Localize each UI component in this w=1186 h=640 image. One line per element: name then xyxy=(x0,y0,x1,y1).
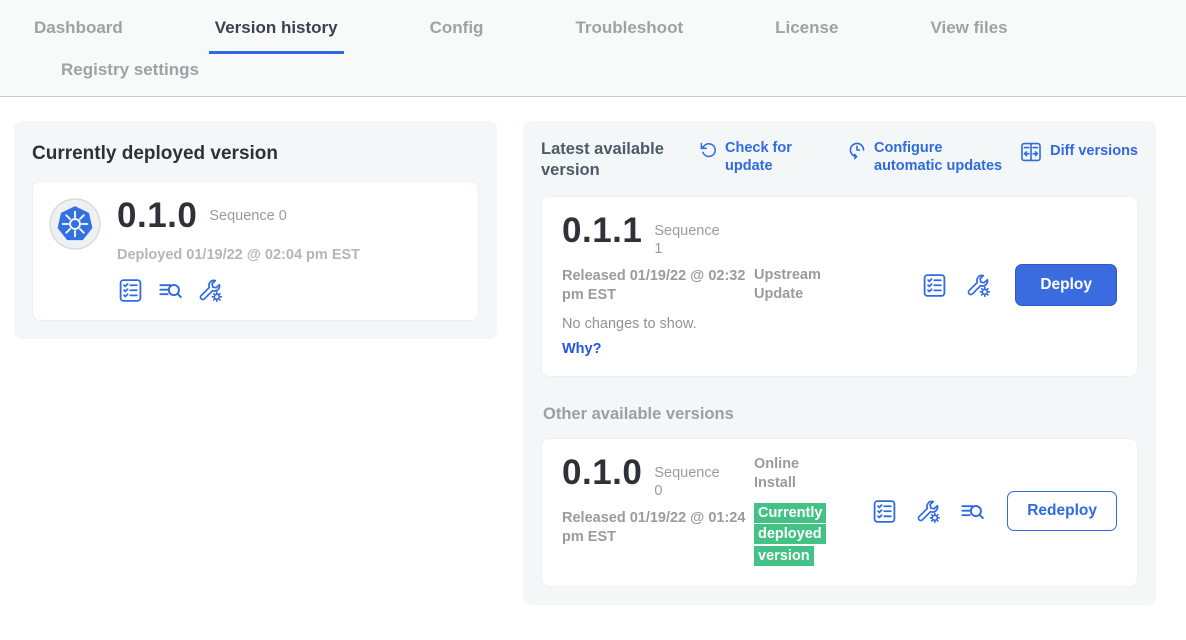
redeploy-button[interactable]: Redeploy xyxy=(1007,491,1117,531)
sequence-label: Sequence 1 xyxy=(654,222,726,258)
nav-row-2: Registry settings xyxy=(0,58,1186,96)
deploy-button[interactable]: Deploy xyxy=(1015,264,1117,306)
refresh-arrow-icon xyxy=(699,140,718,159)
other-version-info: 0.1.0 Sequence 0 Released 01/19/22 @ 01:… xyxy=(562,455,754,547)
sequence-label: Sequence 0 xyxy=(209,207,286,225)
deployed-timestamp: Deployed 01/19/22 @ 02:04 pm EST xyxy=(117,247,360,263)
latest-version-header: Latest available version Check for updat… xyxy=(541,139,1138,182)
tab-troubleshoot[interactable]: Troubleshoot xyxy=(569,16,689,54)
version-source: Upstream Update xyxy=(754,266,854,304)
available-versions-panel: Latest available version Check for updat… xyxy=(523,121,1156,605)
why-link[interactable]: Why? xyxy=(562,341,601,357)
preflight-checks-button[interactable] xyxy=(117,277,144,304)
deploy-logs-button[interactable] xyxy=(959,498,986,525)
wrench-gear-icon xyxy=(197,277,224,304)
latest-available-title: Latest available version xyxy=(541,139,693,182)
version-number: 0.1.0 xyxy=(562,455,642,492)
preflight-checklist-icon xyxy=(921,272,948,299)
tab-version-history[interactable]: Version history xyxy=(209,16,344,54)
wrench-gear-icon xyxy=(915,498,942,525)
version-number: 0.1.1 xyxy=(562,213,642,250)
other-versions-title: Other available versions xyxy=(543,405,1138,424)
preflight-checklist-icon xyxy=(117,277,144,304)
main-nav: Dashboard Version history Config Trouble… xyxy=(0,0,1186,97)
currently-deployed-panel: Currently deployed version 0.1.0 Sequenc… xyxy=(14,121,497,339)
kubernetes-icon xyxy=(49,198,101,250)
tab-registry-settings[interactable]: Registry settings xyxy=(55,58,205,96)
edit-config-button[interactable] xyxy=(197,277,224,304)
latest-version-actions: Deploy xyxy=(921,264,1117,306)
other-version-card: 0.1.0 Sequence 0 Released 01/19/22 @ 01:… xyxy=(541,438,1138,587)
logs-magnifier-icon xyxy=(157,277,184,304)
wrench-gear-icon xyxy=(965,272,992,299)
nav-row-1: Dashboard Version history Config Trouble… xyxy=(0,16,1186,54)
version-source: Online Install Currently deployed versio… xyxy=(754,455,854,568)
preflight-checks-button[interactable] xyxy=(871,498,898,525)
currently-deployed-card: 0.1.0 Sequence 0 Deployed 01/19/22 @ 02:… xyxy=(32,181,479,321)
check-for-update-link[interactable]: Check for update xyxy=(699,139,805,175)
preflight-checks-button[interactable] xyxy=(921,272,948,299)
deployed-version-info: 0.1.0 Sequence 0 Deployed 01/19/22 @ 02:… xyxy=(117,198,360,304)
tab-config[interactable]: Config xyxy=(424,16,490,54)
no-changes-text: No changes to show. xyxy=(562,316,754,332)
tab-view-files[interactable]: View files xyxy=(924,16,1013,54)
version-number: 0.1.0 xyxy=(117,198,197,235)
currently-deployed-badge: Currently deployed version xyxy=(754,503,828,568)
released-timestamp: Released 01/19/22 @ 01:24 pm EST xyxy=(562,509,752,547)
tab-dashboard[interactable]: Dashboard xyxy=(28,16,129,54)
tab-license[interactable]: License xyxy=(769,16,844,54)
diff-versions-link[interactable]: Diff versions xyxy=(1019,139,1138,164)
preflight-checklist-icon xyxy=(871,498,898,525)
logs-magnifier-icon xyxy=(959,498,986,525)
edit-config-button[interactable] xyxy=(965,272,992,299)
diff-columns-icon xyxy=(1019,140,1043,164)
edit-config-button[interactable] xyxy=(915,498,942,525)
currently-deployed-title: Currently deployed version xyxy=(32,143,479,165)
latest-version-info: 0.1.1 Sequence 1 Released 01/19/22 @ 02:… xyxy=(562,213,754,358)
sequence-label: Sequence 0 xyxy=(654,464,726,500)
released-timestamp: Released 01/19/22 @ 02:32 pm EST xyxy=(562,267,752,305)
scheduled-update-icon xyxy=(847,140,867,160)
latest-version-card: 0.1.1 Sequence 1 Released 01/19/22 @ 02:… xyxy=(541,196,1138,377)
configure-automatic-updates-link[interactable]: Configure automatic updates xyxy=(847,139,1014,175)
version-history-page: Currently deployed version 0.1.0 Sequenc… xyxy=(0,97,1186,605)
deploy-logs-button[interactable] xyxy=(157,277,184,304)
other-version-actions: Redeploy xyxy=(871,491,1117,531)
